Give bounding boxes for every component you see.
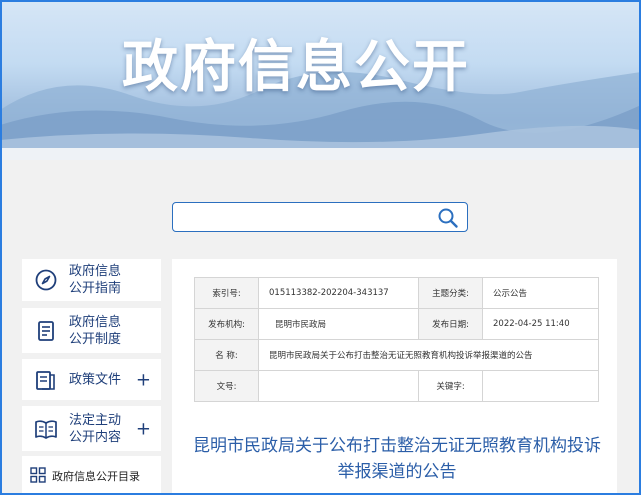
page-title: 政府信息公开 — [122, 35, 470, 100]
sidebar-item-label: 政府信息 公开指南 — [69, 264, 122, 296]
expand-plus-icon[interactable]: + — [136, 418, 151, 439]
grid-icon — [30, 467, 46, 483]
keywords-value — [482, 370, 599, 402]
sidebar-item-label: 政府信息 公开制度 — [69, 314, 122, 347]
search-icon[interactable] — [437, 207, 459, 229]
table-row: 发布机构: 昆明市民政局 发布日期: 2022-04-25 11:40 — [194, 308, 599, 340]
index-value: 015113382-202204-343137 — [258, 277, 419, 309]
name-value: 昆明市民政局关于公布打击整治无证无照教育机构投诉举报渠道的公告 — [258, 339, 599, 371]
catalog-label: 政府信息公开目录 — [52, 470, 140, 483]
index-label: 索引号: — [194, 277, 259, 309]
sidebar-item-disclosure-system[interactable]: 政府信息 公开制度 — [22, 308, 161, 353]
category-label: 主题分类: — [418, 277, 483, 309]
sidebar-item-policy-documents[interactable]: 政策文件 + — [22, 359, 161, 400]
date-label: 发布日期: — [418, 308, 483, 340]
search-input[interactable] — [181, 207, 435, 229]
search-box[interactable] — [172, 202, 468, 232]
sidebar-item-disclosure-catalog[interactable]: 政府信息公开目录 — [22, 456, 161, 495]
header-banner: 政府信息公开 — [0, 0, 641, 160]
table-row: 名 称: 昆明市民政局关于公布打击整治无证无照教育机构投诉举报渠道的公告 — [194, 339, 599, 371]
keywords-label: 关键字: — [418, 370, 483, 402]
compass-icon — [35, 269, 57, 291]
category-value: 公示公告 — [482, 277, 599, 309]
expand-plus-icon[interactable]: + — [136, 369, 151, 390]
document-icon — [38, 320, 54, 341]
book-icon — [35, 419, 57, 439]
sidebar-item-disclosure-guide[interactable]: 政府信息 公开指南 — [22, 259, 161, 301]
main-content: 索引号: 015113382-202204-343137 主题分类: 公示公告 … — [172, 259, 617, 495]
org-label: 发布机构: — [194, 308, 259, 340]
name-label: 名 称: — [194, 339, 259, 371]
table-row: 索引号: 015113382-202204-343137 主题分类: 公示公告 — [194, 277, 599, 309]
document-title: 昆明市民政局关于公布打击整治无证无照教育机构投诉举报渠道的公告 — [193, 436, 601, 482]
docno-label: 文号: — [194, 370, 259, 402]
metadata-table: 索引号: 015113382-202204-343137 主题分类: 公示公告 … — [194, 277, 599, 402]
table-row: 文号: 关键字: — [194, 370, 599, 402]
file-icon — [36, 370, 55, 390]
org-value: 昆明市民政局 — [258, 308, 419, 340]
sidebar-item-label: 法定主动 公开内容 — [69, 412, 122, 445]
sidebar-item-label: 政策文件 — [69, 372, 122, 387]
docno-value — [258, 370, 419, 402]
sidebar-item-statutory-disclosure[interactable]: 法定主动 公开内容 + — [22, 406, 161, 451]
date-value: 2022-04-25 11:40 — [482, 308, 599, 340]
